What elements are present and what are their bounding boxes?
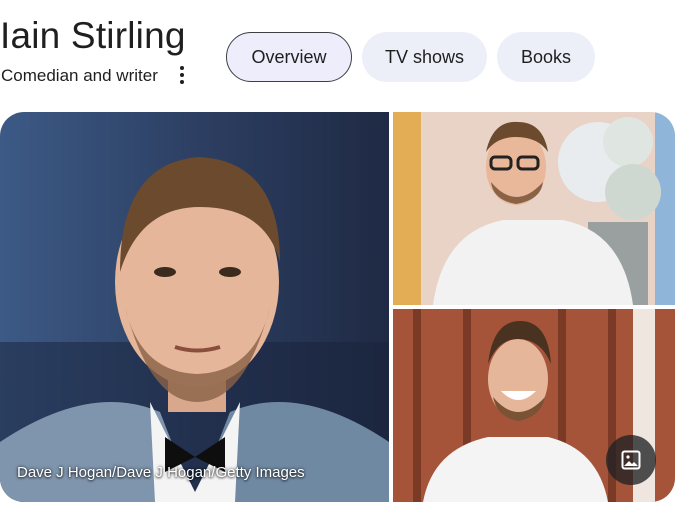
tab-tv-shows[interactable]: TV shows xyxy=(362,32,487,82)
more-options-icon[interactable] xyxy=(172,64,192,86)
tab-overview[interactable]: Overview xyxy=(226,32,352,82)
entity-subtitle: Comedian and writer xyxy=(1,66,158,85)
tab-books[interactable]: Books xyxy=(497,32,595,82)
entity-title: Iain Stirling xyxy=(0,15,186,56)
image-gallery-button[interactable] xyxy=(606,435,656,485)
main-photo[interactable] xyxy=(0,112,389,502)
image-credit: Dave J Hogan/Dave J Hogan/Getty Images xyxy=(17,464,305,481)
image-gallery-icon xyxy=(621,450,641,470)
image-grid xyxy=(0,112,675,502)
photo-top-right[interactable] xyxy=(393,112,675,305)
